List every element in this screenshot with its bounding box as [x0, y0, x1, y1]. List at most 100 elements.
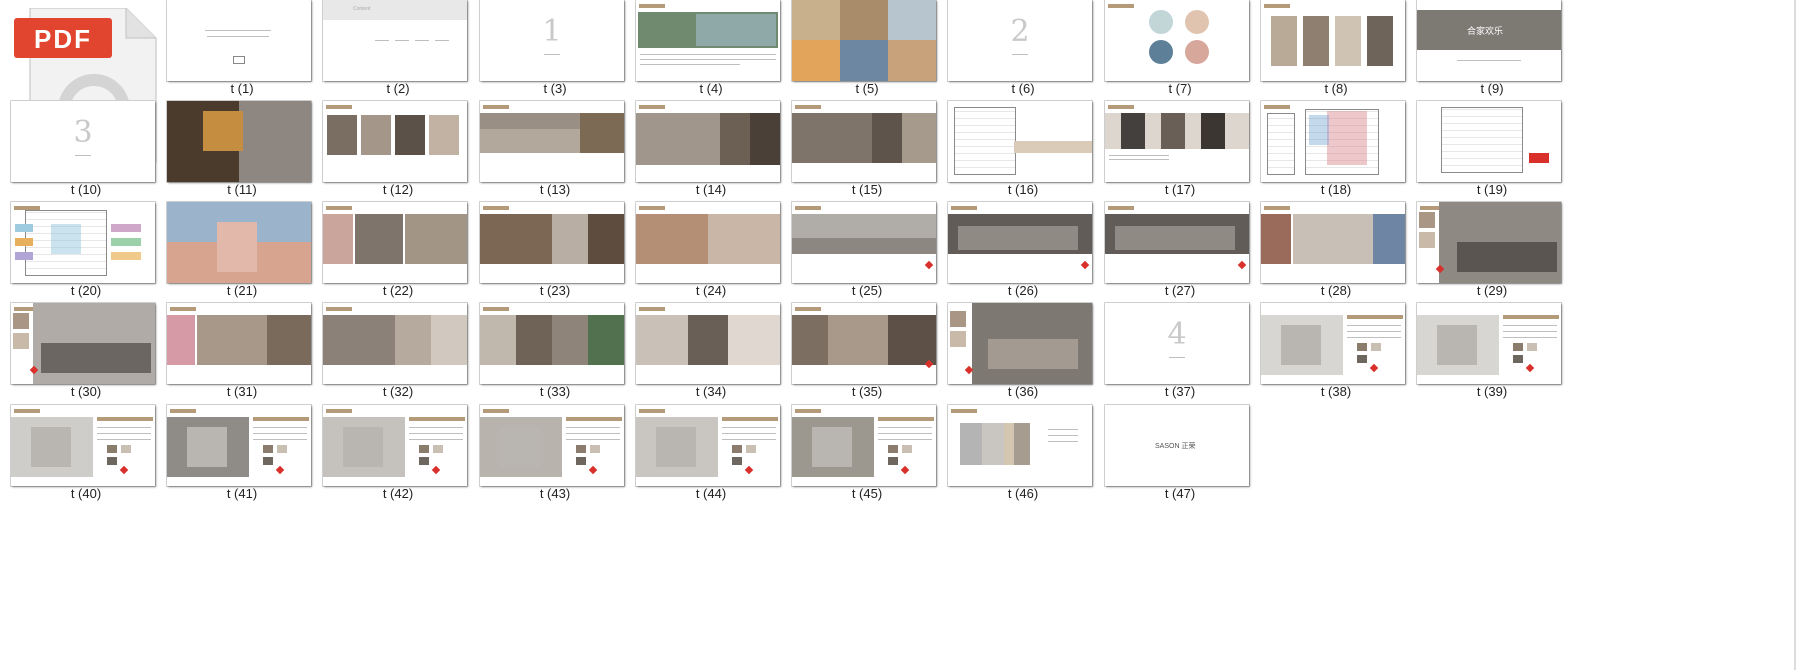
thumbnail-item[interactable]: t (16): [937, 93, 1116, 205]
logo-text: SASON 正荣: [1155, 443, 1196, 450]
thumbnail-item[interactable]: t (36): [937, 295, 1116, 407]
thumbnail-item[interactable]: t (1): [156, 0, 335, 104]
thumbnail-item[interactable]: t (38): [1250, 295, 1429, 407]
thumbnail-item[interactable]: t (44): [625, 397, 804, 509]
thumbnail-item[interactable]: t (11): [156, 93, 335, 205]
thumbnail-item[interactable]: t (43): [469, 397, 648, 509]
section-number: 2: [1010, 14, 1030, 49]
thumbnail-item[interactable]: t (46): [937, 397, 1116, 509]
slide-thumbnail: [480, 405, 624, 486]
slide-thumbnail: [323, 202, 467, 283]
thumbnail-item[interactable]: 4t (37): [1094, 295, 1273, 407]
thumbnail-item[interactable]: t (32): [312, 295, 491, 407]
thumbnail-item[interactable]: t (40): [0, 397, 179, 509]
thumbnail-item[interactable]: 1t (3): [469, 0, 648, 104]
slide-thumbnail: [323, 303, 467, 384]
thumbnail-item[interactable]: t (45): [781, 397, 960, 509]
slide-thumbnail: [1417, 303, 1561, 384]
thumbnail-item[interactable]: t (5): [781, 0, 960, 104]
slide-title: 合家欢乐: [1467, 26, 1504, 36]
thumbnail-item[interactable]: t (21): [156, 194, 335, 306]
slide-thumbnail: [1261, 303, 1405, 384]
thumbnail-item[interactable]: 2t (6): [937, 0, 1116, 104]
thumbnail-item[interactable]: t (42): [312, 397, 491, 509]
thumbnail-item[interactable]: t (28): [1250, 194, 1429, 306]
thumbnail-item[interactable]: t (33): [469, 295, 648, 407]
thumbnail-label: t (39): [1476, 384, 1508, 399]
thumbnail-item[interactable]: t (31): [156, 295, 335, 407]
slide-thumbnail: [167, 101, 311, 182]
thumbnail-item[interactable]: t (27): [1094, 194, 1273, 306]
thumbnail-item[interactable]: SASON 正荣 t (47): [1094, 397, 1273, 509]
slide-thumbnail: [1261, 202, 1405, 283]
thumbnail-item[interactable]: t (29): [1406, 194, 1585, 306]
thumbnail-item[interactable]: t (20): [0, 194, 179, 306]
thumbnail-item[interactable]: t (15): [781, 93, 960, 205]
thumbnail-item[interactable]: t (13): [469, 93, 648, 205]
slide-thumbnail: [792, 303, 936, 384]
slide-thumbnail: [636, 202, 780, 283]
thumbnail-label: t (40): [70, 486, 102, 501]
thumbnail-item[interactable]: t (26): [937, 194, 1116, 306]
slide-thumbnail: [167, 202, 311, 283]
slide-thumbnail: [1105, 101, 1249, 182]
slide-thumbnail: [948, 303, 1092, 384]
slide-thumbnail: [480, 101, 624, 182]
slide-thumbnail: [1417, 202, 1561, 283]
thumbnail-item[interactable]: t (24): [625, 194, 804, 306]
thumbnail-item[interactable]: t (34): [625, 295, 804, 407]
thumbnail-item[interactable]: 合家欢乐 t (9): [1406, 0, 1585, 104]
slide-thumbnail: [323, 101, 467, 182]
thumbnail-label: t (46): [1007, 486, 1039, 501]
slide-thumbnail: [1105, 202, 1249, 283]
thumbnail-item[interactable]: t (39): [1406, 295, 1585, 407]
slide-thumbnail: [167, 405, 311, 486]
slide-thumbnail: [948, 202, 1092, 283]
slide-thumbnail: 1: [480, 0, 624, 81]
slide-thumbnail: 2: [948, 0, 1092, 81]
thumbnail-item[interactable]: t (25): [781, 194, 960, 306]
slide-thumbnail: [480, 202, 624, 283]
thumbnail-item[interactable]: t (30): [0, 295, 179, 407]
slide-thumbnail: [636, 101, 780, 182]
thumbnail-item[interactable]: t (7): [1094, 0, 1273, 104]
slide-thumbnail: [11, 303, 155, 384]
thumbnail-item[interactable]: t (18): [1250, 93, 1429, 205]
slide-thumbnail: [792, 101, 936, 182]
slide-thumbnail: 3: [11, 101, 155, 182]
slide-thumbnail: [636, 405, 780, 486]
thumbnail-item[interactable]: t (35): [781, 295, 960, 407]
slide-thumbnail: [636, 0, 780, 81]
thumbnail-item[interactable]: t (23): [469, 194, 648, 306]
slide-thumbnail: SASON 正荣: [1105, 405, 1249, 486]
slide-thumbnail: [11, 405, 155, 486]
thumbnail-item[interactable]: Content t (2): [312, 0, 491, 104]
thumbnail-item[interactable]: 3t (10): [0, 93, 179, 205]
slide-thumbnail: [792, 0, 936, 81]
slide-thumbnail: [1417, 101, 1561, 182]
section-number: 4: [1167, 317, 1187, 352]
section-number: 1: [542, 14, 562, 49]
slide-thumbnail: [1105, 0, 1249, 81]
slide-thumbnail: [948, 405, 1092, 486]
thumbnail-item[interactable]: t (19): [1406, 93, 1585, 205]
thumbnail-grid: t (1) Content t (2) 1 t (3) t (4) t (5) 2 t (6) t…: [0, 0, 1796, 670]
slide-thumbnail: [323, 405, 467, 486]
thumbnail-label: t (41): [226, 486, 258, 501]
thumbnail-item[interactable]: t (14): [625, 93, 804, 205]
thumbnail-label: t (43): [539, 486, 571, 501]
thumbnail-item[interactable]: t (22): [312, 194, 491, 306]
thumbnail-item[interactable]: t (12): [312, 93, 491, 205]
thumbnail-item[interactable]: t (8): [1250, 0, 1429, 104]
slide-thumbnail: [167, 0, 311, 81]
section-number: 3: [73, 115, 93, 150]
thumbnail-item[interactable]: t (41): [156, 397, 335, 509]
slide-thumbnail: [948, 101, 1092, 182]
thumbnail-label: t (44): [695, 486, 727, 501]
thumbnail-label: t (42): [382, 486, 414, 501]
slide-thumbnail: 合家欢乐: [1417, 0, 1561, 81]
thumbnail-item[interactable]: t (17): [1094, 93, 1273, 205]
slide-thumbnail: [480, 303, 624, 384]
slide-thumbnail: [636, 303, 780, 384]
thumbnail-item[interactable]: t (4): [625, 0, 804, 104]
